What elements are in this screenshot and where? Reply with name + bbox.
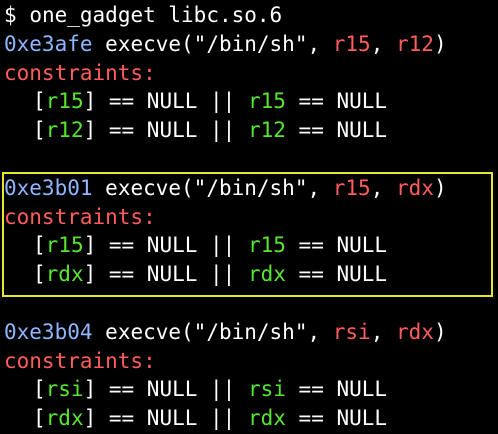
constraint-register: r12	[45, 118, 84, 142]
constraint-register: r12	[247, 118, 286, 142]
constraint-operator: ] == NULL ||	[83, 233, 248, 257]
gadget-arg: rdx	[396, 320, 434, 344]
constraint-register: rsi	[45, 377, 84, 401]
gadget-arg: rdx	[396, 176, 434, 200]
close-paren: )	[433, 176, 447, 200]
constraints-keyword: constraints:	[4, 205, 156, 229]
gadget-call: execve("/bin/sh",	[105, 320, 321, 344]
gadget-call: execve("/bin/sh",	[105, 176, 321, 200]
constraint-tail: == NULL	[285, 118, 388, 142]
constraint-line: [rdx] == NULL || rdx == NULL	[4, 404, 387, 432]
constraint-register: rdx	[45, 406, 84, 430]
constraint-operator: ] == NULL ||	[83, 377, 248, 401]
gadget-header: 0xe3b01 execve("/bin/sh", r15, rdx)	[4, 174, 447, 202]
constraint-line: [rdx] == NULL || rdx == NULL	[4, 260, 387, 288]
gadget-address: 0xe3b04	[4, 320, 93, 344]
constraint-line: [r15] == NULL || r15 == NULL	[4, 87, 387, 115]
constraints-keyword: constraints:	[4, 349, 156, 373]
bracket-open: [	[33, 377, 46, 401]
constraint-line: [rsi] == NULL || rsi == NULL	[4, 375, 387, 403]
constraints-label: constraints:	[4, 203, 156, 231]
constraint-register: rsi	[247, 377, 286, 401]
bracket-open: [	[33, 89, 46, 113]
gadget-header: 0xe3afe execve("/bin/sh", r15, r12)	[4, 30, 447, 58]
constraint-tail: == NULL	[285, 262, 388, 286]
command-line: $ one_gadget libc.so.6	[4, 1, 282, 29]
arg-separator: ,	[370, 320, 384, 344]
constraint-line: [r15] == NULL || r15 == NULL	[4, 231, 387, 259]
constraints-keyword: constraints:	[4, 61, 156, 85]
arg-separator: ,	[370, 176, 384, 200]
constraint-register: r15	[45, 89, 84, 113]
constraint-register: rdx	[247, 406, 286, 430]
constraint-line: [r12] == NULL || r12 == NULL	[4, 116, 387, 144]
close-paren: )	[433, 320, 447, 344]
gadget-address: 0xe3b01	[4, 176, 93, 200]
terminal-window[interactable]: $ one_gadget libc.so.6 0xe3afe execve("/…	[0, 0, 498, 434]
gadget-arg: r15	[332, 176, 371, 200]
constraints-label: constraints:	[4, 347, 156, 375]
gadget-call: execve("/bin/sh",	[105, 32, 321, 56]
constraint-operator: ] == NULL ||	[83, 118, 248, 142]
constraint-register: rdx	[247, 262, 286, 286]
constraints-label: constraints:	[4, 59, 156, 87]
arg-separator: ,	[370, 32, 384, 56]
constraint-tail: == NULL	[285, 89, 388, 113]
gadget-arg: r12	[396, 32, 434, 56]
gadget-arg: r15	[332, 32, 371, 56]
bracket-open: [	[33, 118, 46, 142]
constraint-register: r15	[247, 233, 286, 257]
constraint-operator: ] == NULL ||	[83, 89, 248, 113]
gadget-address: 0xe3afe	[4, 32, 93, 56]
constraint-register: r15	[45, 233, 84, 257]
close-paren: )	[433, 32, 447, 56]
command-text: one_gadget libc.so.6	[29, 3, 283, 27]
gadget-header: 0xe3b04 execve("/bin/sh", rsi, rdx)	[4, 318, 447, 346]
constraint-tail: == NULL	[285, 406, 388, 430]
bracket-open: [	[33, 262, 46, 286]
constraint-operator: ] == NULL ||	[83, 262, 248, 286]
constraint-tail: == NULL	[285, 233, 388, 257]
constraint-tail: == NULL	[285, 377, 388, 401]
gadget-arg: rsi	[332, 320, 371, 344]
constraint-register: r15	[247, 89, 286, 113]
bracket-open: [	[33, 233, 46, 257]
prompt-symbol: $	[4, 3, 17, 27]
bracket-open: [	[33, 406, 46, 430]
constraint-operator: ] == NULL ||	[83, 406, 248, 430]
constraint-register: rdx	[45, 262, 84, 286]
